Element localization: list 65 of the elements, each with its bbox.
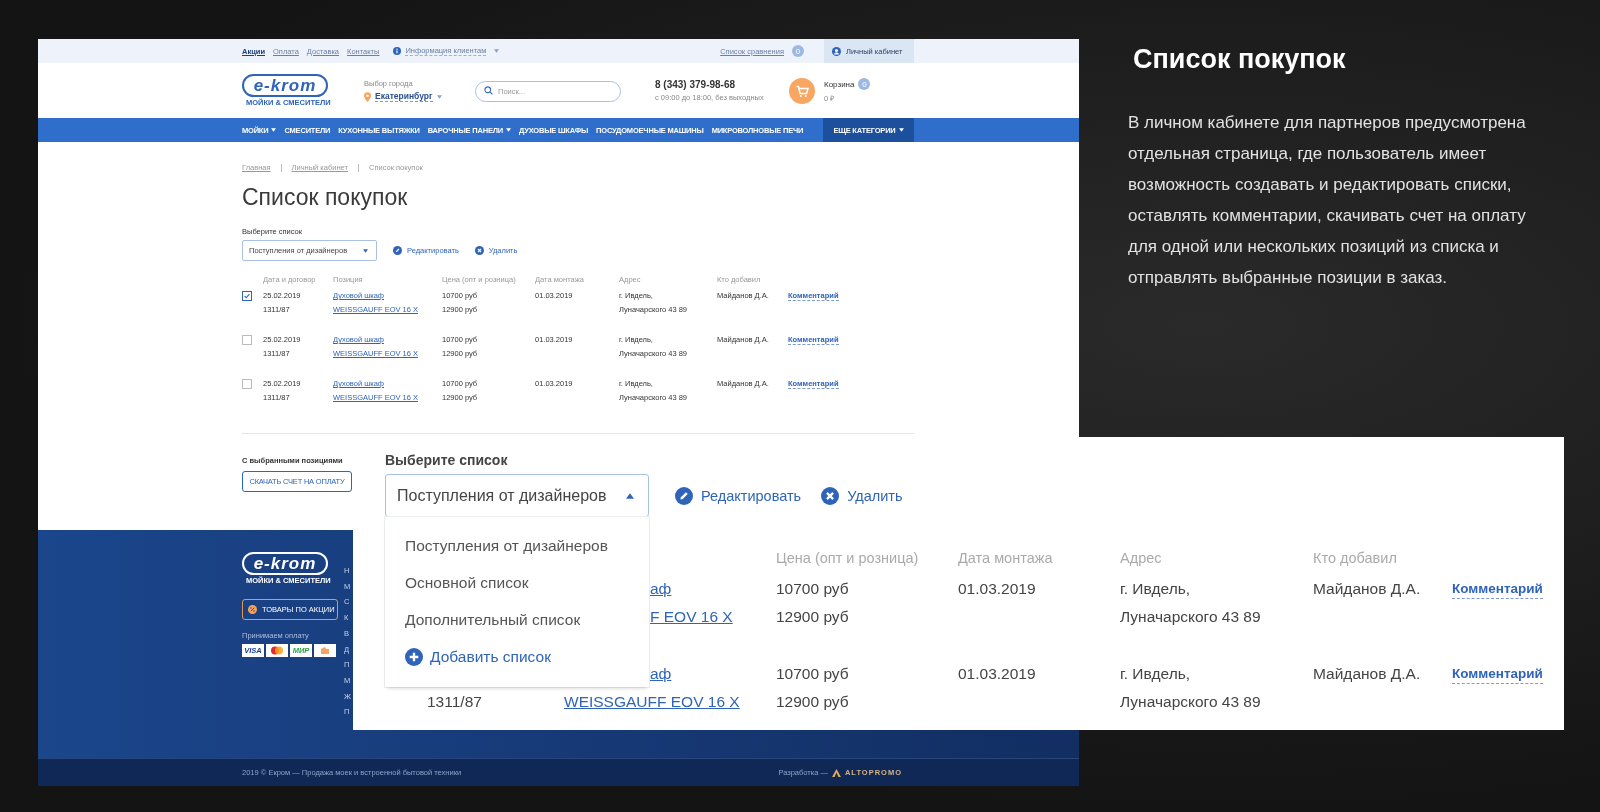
column-header: Цена (опт и розница) [776, 549, 920, 567]
caret-icon [506, 128, 511, 132]
delete-link[interactable]: Удалить [847, 487, 903, 504]
caret-icon [898, 128, 904, 132]
info-icon [393, 47, 402, 55]
city-selector[interactable]: Екатеринбург [375, 91, 433, 102]
table-cell-text: г. Ивдель, [1120, 664, 1191, 684]
caret-icon [271, 128, 277, 132]
cart-label[interactable]: Корзина [824, 79, 855, 89]
table-cell-text: г. Ивдель, [1120, 579, 1191, 599]
caret-icon [436, 94, 442, 99]
column-header: Кто добавил [1313, 549, 1398, 567]
edit-icon [393, 246, 402, 255]
table-cell-text: Луначарского 43 89 [1120, 692, 1261, 712]
table-cell-text: Майданов Д.А. [1313, 664, 1421, 684]
delete-icon [821, 486, 840, 505]
table-cell-text: Майданов Д.А. [1313, 579, 1421, 599]
list-label: Выберите список [385, 452, 509, 468]
comment-link[interactable]: Комментарий [1452, 665, 1543, 684]
dropdown-option[interactable]: Основной список [385, 564, 649, 601]
logo-wordmark[interactable]: e-krom [242, 74, 328, 97]
row-checkbox[interactable] [242, 379, 252, 389]
check-icon [243, 292, 251, 300]
table-cell-text: 12900 руб [776, 692, 849, 712]
dropdown-option[interactable]: Дополнительный список [385, 601, 649, 638]
product-link[interactable]: аф [650, 665, 672, 682]
plus-icon [405, 647, 423, 666]
caret-icon [626, 492, 634, 499]
cart-count: 0 [858, 78, 871, 90]
row-checkbox[interactable] [242, 291, 252, 301]
cart-icon[interactable] [789, 77, 815, 104]
column-header: Дата монтажа [958, 549, 1054, 567]
product-link[interactable]: аф [650, 580, 672, 597]
column-header: Адрес [1120, 549, 1163, 567]
table-cell-text: 01.03.2019 [958, 579, 1036, 599]
search-icon [484, 86, 493, 95]
wallet-icon [314, 644, 336, 657]
caret-icon [494, 49, 500, 53]
table-cell-text: Луначарского 43 89 [1120, 607, 1261, 627]
add-list-item[interactable]: Добавить список [385, 638, 649, 675]
table-cell-text: 10700 руб [776, 664, 849, 684]
edit-link[interactable]: Редактировать [701, 487, 802, 504]
table-cell-text: 10700 руб [776, 579, 849, 599]
compare-count: 0 [792, 45, 804, 57]
card-circles-icon [266, 644, 288, 657]
table-cell-text: 01.03.2019 [958, 664, 1036, 684]
product-link[interactable]: WEISSGAUFF EOV 16 X [564, 693, 740, 710]
page-title: Список покупок [242, 184, 409, 211]
description-text: В личном кабинете для партнеров предусмотрена отдельная страница, где пользователь имеет возможность создавать и редактировать списки, оставлять комментарии, скачивать счет на оплату для одной или нескольких позиций из списка и отправлять выбранные позиции в заказ. [1128, 112, 1527, 289]
phone-number: 8 (343) 379-98-68 [655, 79, 737, 90]
dropdown-option[interactable]: Поступления от дизайнеров [385, 527, 649, 564]
slide-title: Список покупок [1133, 44, 1347, 75]
caret-icon [363, 248, 368, 253]
logo-wordmark[interactable]: e-krom [242, 552, 328, 575]
edit-icon [675, 486, 693, 505]
percent-icon [248, 605, 257, 614]
triangle-logo-icon [831, 768, 841, 777]
delete-icon [474, 246, 484, 255]
comment-link[interactable]: Комментарий [1452, 580, 1543, 599]
row-checkbox[interactable] [242, 335, 252, 345]
table-cell-text: 1311/87 [427, 692, 482, 712]
pin-icon [364, 91, 371, 102]
product-link[interactable]: F EOV 16 X [650, 608, 733, 625]
user-icon [832, 46, 841, 56]
table-cell-text: 12900 руб [776, 607, 849, 627]
